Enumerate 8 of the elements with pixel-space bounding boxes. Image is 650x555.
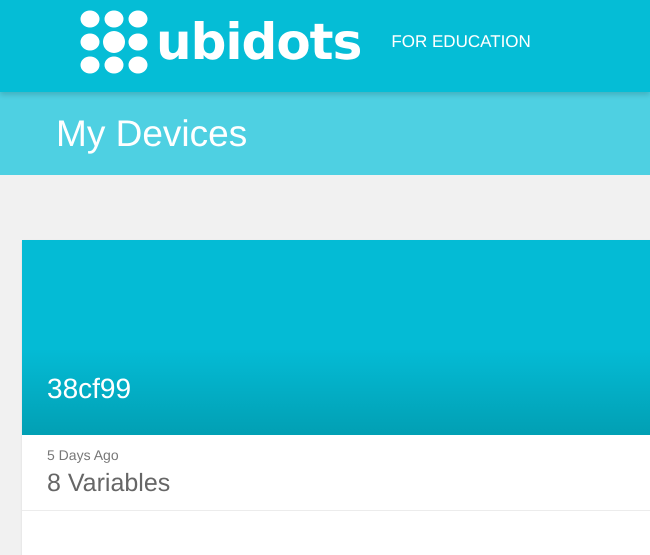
logo-wordmark: ubidots (156, 17, 362, 67)
variables-count: 8 Variables (47, 469, 170, 498)
page-title: My Devices (56, 112, 248, 154)
device-card[interactable]: 38cf99 5 Days Ago 8 Variables (22, 240, 650, 555)
logo-dots-icon (80, 9, 148, 75)
device-name: 38cf99 (47, 373, 132, 405)
last-activity-text: 5 Days Ago (47, 447, 119, 463)
edition-label: FOR EDUCATION (391, 32, 531, 52)
